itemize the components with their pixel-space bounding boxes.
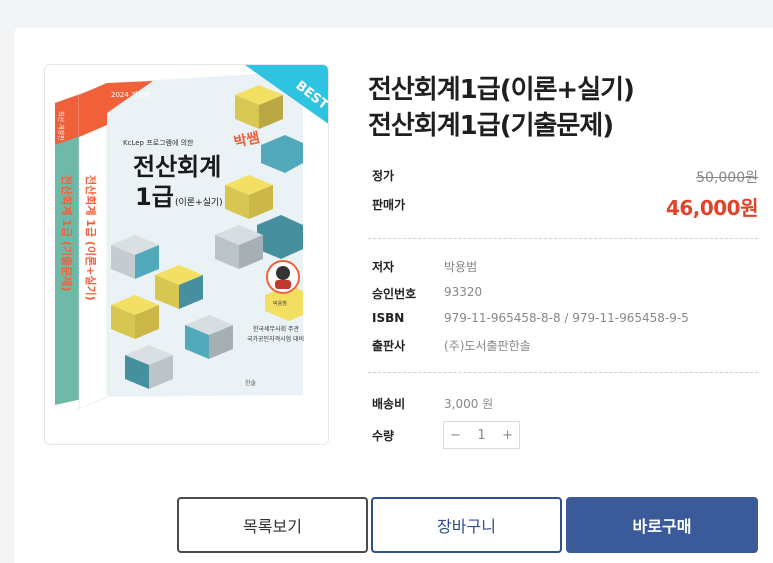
shipping-label: 배송비 bbox=[372, 397, 406, 411]
buy-now-button[interactable]: 바로구매 bbox=[566, 497, 758, 553]
sale-price-value: 46,000원 bbox=[665, 196, 759, 220]
cover-publisher-mark: 한솔 bbox=[245, 379, 257, 387]
quantity-stepper[interactable]: − 1 + bbox=[443, 421, 520, 449]
product-title-line2: 전산회계1급(기출문제) bbox=[368, 111, 614, 141]
quantity-label: 수량 bbox=[372, 429, 395, 443]
spine-title-front: 전산회계 1급 (이론+실기) bbox=[84, 175, 98, 301]
cover-subtitle: KcLep 프로그램에 의한 bbox=[123, 138, 194, 147]
divider bbox=[368, 238, 758, 239]
sale-price-label: 판매가 bbox=[372, 198, 406, 212]
isbn-value: 979-11-965458-8-8 / 979-11-965458-9-5 bbox=[444, 311, 689, 325]
author-label: 저자 bbox=[372, 260, 395, 274]
minus-icon[interactable]: − bbox=[450, 429, 461, 442]
cover-footer-1: 한국세무사회 주관 bbox=[253, 325, 300, 333]
product-image: BEST 2024 개정판 KcLep 프로그램에 의한 전산회계 1급 (이론… bbox=[44, 64, 329, 445]
approval-label: 승인번호 bbox=[372, 287, 417, 301]
cover-edition-text: 2024 개정판 bbox=[111, 90, 151, 99]
book-cover-illustration: BEST 2024 개정판 KcLep 프로그램에 의한 전산회계 1급 (이론… bbox=[55, 65, 328, 410]
cover-title-3: (이론+실기) bbox=[175, 197, 223, 208]
list-price-label: 정가 bbox=[372, 169, 395, 183]
approval-value: 93320 bbox=[444, 285, 483, 299]
quantity-value[interactable]: 1 bbox=[477, 429, 485, 442]
spine-title-back: 전산회계 1급 (기출문제) bbox=[60, 175, 74, 291]
cover-author: 박용범 bbox=[273, 300, 287, 307]
publisher-value: (주)도서출판한솔 bbox=[444, 339, 531, 353]
product-title-line1: 전산회계1급(이론+실기) bbox=[368, 75, 635, 105]
spine-tag: 최신 개정판 bbox=[57, 111, 65, 141]
shipping-value: 3,000 원 bbox=[444, 397, 494, 411]
divider bbox=[368, 372, 758, 373]
list-price-value: 50,000원 bbox=[696, 170, 758, 186]
cart-button[interactable]: 장바구니 bbox=[371, 497, 562, 553]
plus-icon[interactable]: + bbox=[502, 429, 513, 442]
cover-title-2: 1급 bbox=[135, 183, 174, 211]
isbn-label: ISBN bbox=[372, 311, 405, 325]
list-button[interactable]: 목록보기 bbox=[177, 497, 368, 553]
cover-title-1: 전산회계 bbox=[133, 153, 221, 181]
publisher-label: 출판사 bbox=[372, 339, 406, 353]
cover-footer-2: 국가공인자격시험 대비 bbox=[247, 335, 304, 343]
product-title: 전산회계1급(이론+실기) 전산회계1급(기출문제) bbox=[368, 72, 768, 144]
author-value: 박용범 bbox=[444, 260, 478, 274]
